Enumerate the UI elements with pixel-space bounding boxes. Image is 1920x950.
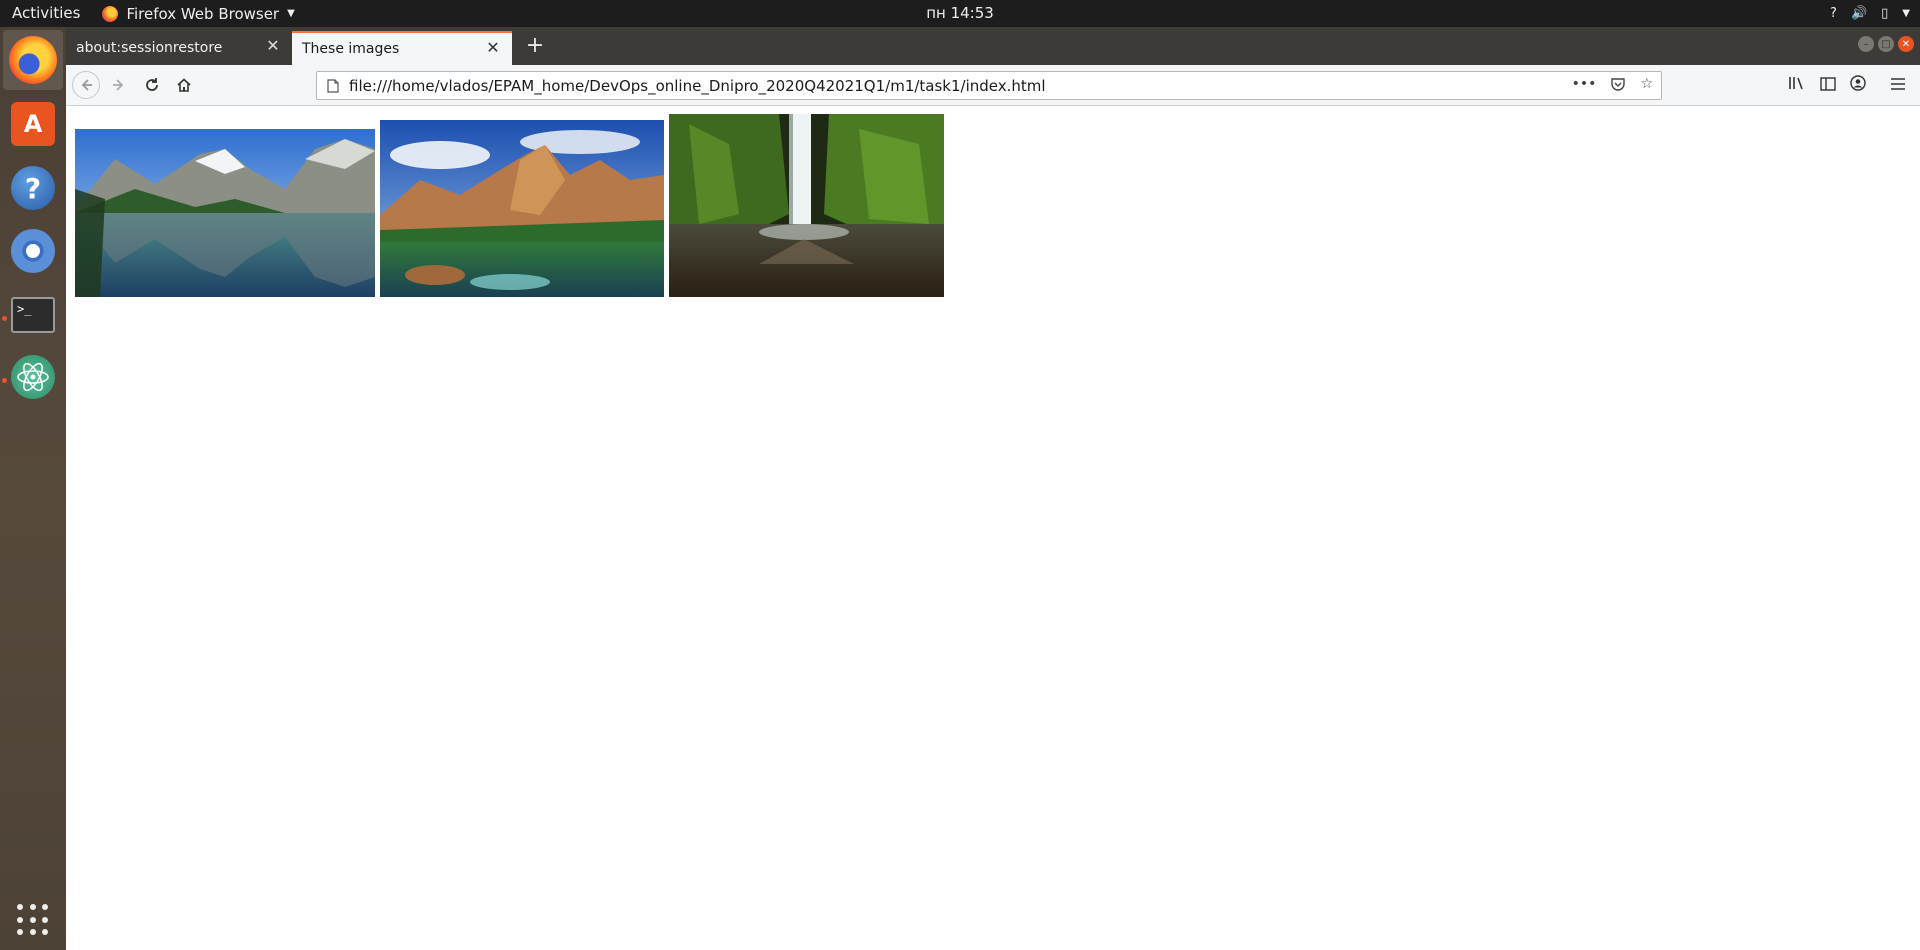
app-menu[interactable]: Firefox Web Browser ▼ — [92, 0, 295, 27]
minimize-button[interactable]: – — [1858, 36, 1874, 52]
show-applications-icon[interactable] — [17, 904, 49, 936]
system-tray[interactable]: ? 🔊 ▯ ▼ — [1830, 0, 1910, 27]
firefox-icon — [102, 5, 119, 22]
sidebar-icon[interactable] — [1820, 76, 1836, 95]
dock-software-center[interactable]: A — [9, 100, 57, 148]
chevron-down-icon[interactable]: ▼ — [1902, 8, 1910, 19]
pocket-icon[interactable] — [1610, 76, 1626, 96]
waterfall-image — [669, 114, 944, 297]
activities-button[interactable]: Activities — [0, 0, 92, 27]
window-controls: – □ ✕ — [1858, 36, 1914, 52]
url-bar[interactable]: file:///home/vlados/EPAM_home/DevOps_onl… — [316, 71, 1662, 100]
library-icon[interactable] — [1788, 75, 1806, 95]
software-center-icon: A — [11, 102, 55, 146]
help-icon: ? — [11, 166, 55, 210]
mountain-lake-image — [75, 129, 375, 297]
forward-button[interactable] — [105, 71, 133, 99]
page-viewport — [66, 106, 1920, 950]
home-button[interactable] — [170, 71, 198, 99]
dock-help[interactable]: ? — [9, 164, 57, 212]
running-indicator — [2, 378, 7, 383]
app-menu-label: Firefox Web Browser — [126, 4, 280, 23]
dock-chromium[interactable] — [9, 227, 57, 275]
chromium-icon — [11, 229, 55, 273]
reload-button[interactable] — [138, 71, 166, 99]
bookmark-star-icon[interactable]: ☆ — [1640, 76, 1653, 96]
back-button[interactable] — [72, 71, 100, 99]
dock-terminal[interactable]: >_ — [9, 291, 57, 339]
running-indicator — [2, 316, 7, 321]
network-icon[interactable]: ? — [1830, 6, 1837, 21]
url-actions: ••• ☆ — [1572, 76, 1661, 96]
terminal-icon: >_ — [11, 297, 55, 333]
dock-atom[interactable] — [9, 353, 57, 401]
dock-firefox[interactable] — [3, 30, 63, 90]
tab-sessionrestore[interactable]: about:sessionrestore ✕ — [66, 31, 292, 65]
atom-icon — [11, 355, 55, 399]
close-window-button[interactable]: ✕ — [1898, 36, 1914, 52]
tab-strip: about:sessionrestore ✕ These images ✕ + … — [66, 27, 1920, 65]
navigation-toolbar: file:///home/vlados/EPAM_home/DevOps_onl… — [66, 65, 1920, 106]
toolbar-right — [1788, 71, 1906, 99]
dock: A ? >_ — [0, 27, 66, 950]
close-icon[interactable]: ✕ — [264, 37, 282, 55]
firefox-icon — [9, 36, 57, 84]
url-text[interactable]: file:///home/vlados/EPAM_home/DevOps_onl… — [349, 77, 1572, 95]
maximize-button[interactable]: □ — [1878, 36, 1894, 52]
chevron-down-icon: ▼ — [287, 8, 295, 19]
tab-title: These images — [302, 41, 400, 57]
page-icon[interactable] — [325, 78, 341, 94]
volume-icon[interactable]: 🔊 — [1851, 6, 1867, 21]
gnome-top-bar: Activities Firefox Web Browser ▼ пн 14:5… — [0, 0, 1920, 27]
hamburger-menu-icon[interactable] — [1890, 76, 1906, 95]
account-icon[interactable] — [1850, 75, 1866, 95]
new-tab-button[interactable]: + — [521, 33, 549, 61]
tab-title: about:sessionrestore — [76, 40, 223, 56]
close-icon[interactable]: ✕ — [484, 39, 502, 57]
page-actions-icon[interactable]: ••• — [1572, 76, 1597, 96]
canyon-lake-image — [380, 120, 664, 297]
battery-icon[interactable]: ▯ — [1881, 6, 1888, 21]
clock[interactable]: пн 14:53 — [860, 0, 1060, 27]
tab-these-images[interactable]: These images ✕ — [292, 31, 512, 65]
